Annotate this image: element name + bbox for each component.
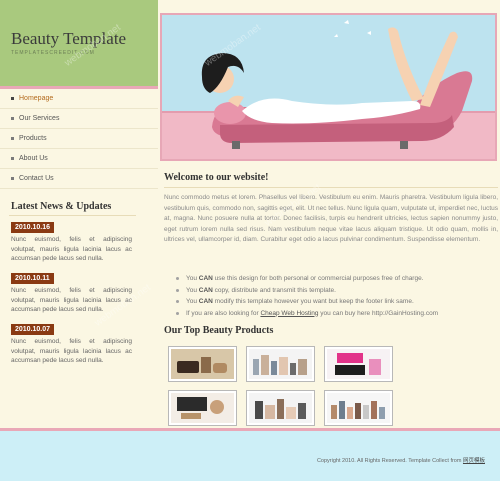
nav-item-homepage[interactable]: Homepage xyxy=(0,89,158,109)
copyright-text: Copyright 2010. All Rights Reserved. Tem… xyxy=(316,458,463,464)
nav-item-label: Contact Us xyxy=(19,175,54,182)
sidebar-nav: Homepage Our Services Products About Us … xyxy=(0,89,158,189)
feature-text: You xyxy=(186,298,199,305)
product-thumbnail[interactable] xyxy=(168,390,237,426)
product-thumbnail[interactable] xyxy=(246,346,315,382)
bullet-icon xyxy=(176,277,179,280)
bullet-icon xyxy=(176,311,179,315)
product-image xyxy=(249,349,312,379)
news-date-badge: 2010.10.16 xyxy=(11,222,55,233)
nav-item-products[interactable]: Products xyxy=(0,129,158,149)
site-subtitle: TEMPLATESCREEDIT.COM xyxy=(11,50,95,56)
news-item: 2010.10.16 Nunc euismod, felis et adipis… xyxy=(11,222,132,264)
feature-emphasis: CAN xyxy=(198,286,213,294)
nav-item-label: Products xyxy=(19,135,47,142)
news-date-badge: 2010.10.11 xyxy=(11,273,54,284)
news-item: 2010.10.11 Nunc euismod, felis et adipis… xyxy=(11,273,132,315)
hosting-link[interactable]: Cheap Web Hosting xyxy=(260,310,318,317)
news-item: 2010.10.07 Nunc euismod, felis et adipis… xyxy=(11,324,132,366)
bullet-icon xyxy=(11,137,14,140)
feature-text: If you are also looking for xyxy=(186,309,261,317)
nav-item-label: Homepage xyxy=(19,95,54,102)
news-text: Nunc euismod, felis et adipiscing volutp… xyxy=(11,287,132,313)
news-heading: Latest News & Updates xyxy=(11,201,112,212)
nav-item-label: Our Services xyxy=(19,115,60,122)
product-thumbnail[interactable] xyxy=(246,390,315,426)
nav-item-label: About Us xyxy=(19,155,48,162)
bullet-icon xyxy=(176,300,179,303)
feature-item: If you are also looking for Cheap Web Ho… xyxy=(176,308,496,320)
feature-emphasis: CAN xyxy=(198,298,213,305)
feature-text: copy, distribute and transmit this templ… xyxy=(212,286,336,294)
welcome-heading: Welcome to our website! xyxy=(164,172,269,183)
news-divider xyxy=(9,215,136,216)
product-image xyxy=(327,393,390,423)
product-image xyxy=(327,349,390,379)
product-image xyxy=(171,349,234,379)
bullet-icon xyxy=(11,117,14,120)
news-text: Nunc euismod, felis et adipiscing volutp… xyxy=(11,338,132,364)
feature-emphasis: CAN xyxy=(198,275,213,282)
hero-illustration xyxy=(162,15,495,159)
product-image xyxy=(171,393,234,423)
footer-copyright: Copyright 2010. All Rights Reserved. Tem… xyxy=(317,456,485,464)
feature-text: use this design for both personal or com… xyxy=(212,275,424,282)
news-date-badge: 2010.10.07 xyxy=(11,324,55,335)
feature-text: You xyxy=(186,275,199,282)
bullet-icon xyxy=(11,97,14,100)
products-heading: Our Top Beauty Products xyxy=(164,325,274,336)
feature-item: You CAN copy, distribute and transmit th… xyxy=(176,285,496,297)
welcome-paragraph: Nunc commodo metus et lorem. Phasellus v… xyxy=(164,194,498,243)
feature-item: You CAN modify this template however you… xyxy=(176,296,496,308)
feature-item: You CAN use this design for both persona… xyxy=(176,273,496,285)
bullet-icon xyxy=(11,157,14,160)
nav-item-contact-us[interactable]: Contact Us xyxy=(0,169,158,189)
footer-link[interactable]: 网页模板 xyxy=(463,458,485,464)
product-thumbnail[interactable] xyxy=(168,346,237,382)
product-thumbnail[interactable] xyxy=(324,390,393,426)
product-thumbnail[interactable] xyxy=(324,346,393,382)
feature-text: you can buy here http://GainHosting.com xyxy=(318,309,439,317)
feature-text: modify this template however you want bu… xyxy=(212,298,414,305)
news-text: Nunc euismod, felis et adipiscing volutp… xyxy=(11,236,132,262)
bullet-icon xyxy=(11,177,14,180)
welcome-divider xyxy=(164,187,498,188)
nav-item-about-us[interactable]: About Us xyxy=(0,149,158,169)
bullet-icon xyxy=(176,288,179,292)
nav-item-our-services[interactable]: Our Services xyxy=(0,109,158,129)
feature-text: You xyxy=(186,286,199,294)
product-image xyxy=(249,393,312,423)
feature-list: You CAN use this design for both persona… xyxy=(176,273,496,319)
hero-banner xyxy=(160,13,497,161)
site-title[interactable]: Beauty Template xyxy=(11,29,126,49)
